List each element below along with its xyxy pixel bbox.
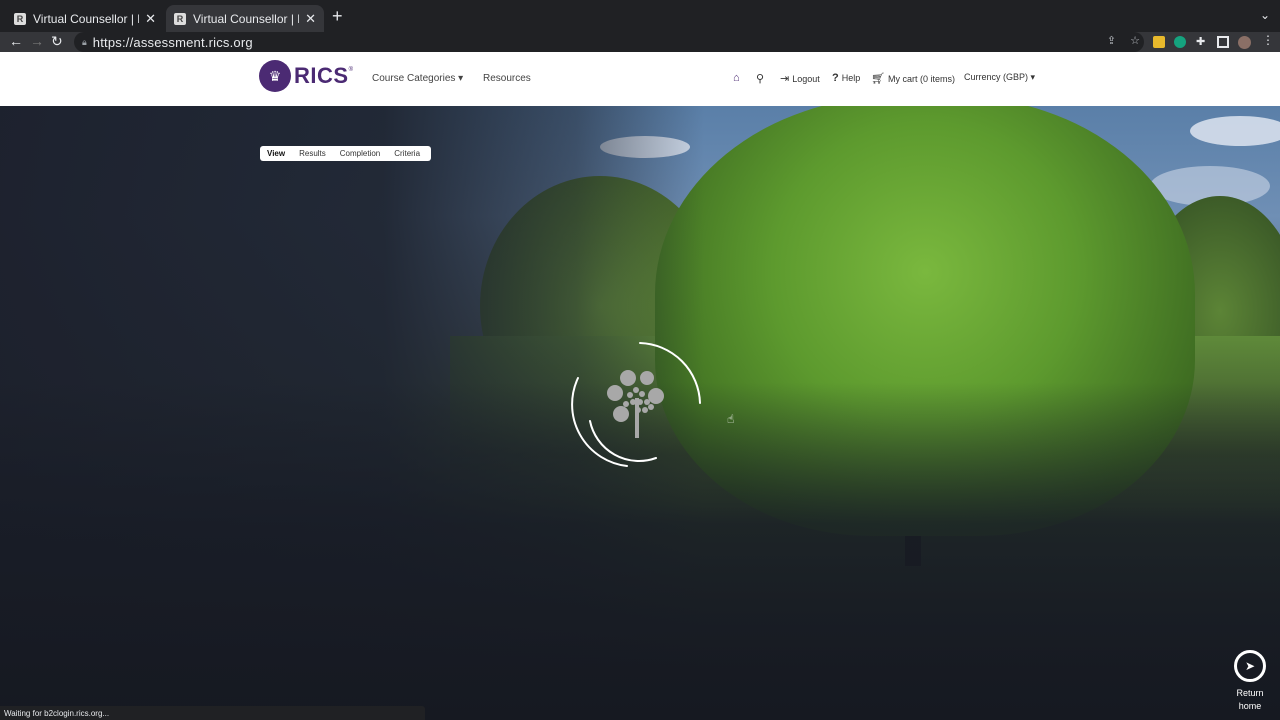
mouse-pointer-icon: ☝︎ [727, 412, 735, 426]
browser-tab-strip: R Virtual Counsellor | RICS Online ✕ R V… [0, 0, 1280, 32]
subtab-results[interactable]: Results [292, 149, 333, 158]
address-bar[interactable]: 🔒︎ https://assessment.rics.org [74, 32, 1144, 52]
logo-registered: ® [348, 67, 353, 73]
site-header: ♛ RICS ® Course Categories ▾ Resources ⌂… [0, 52, 1280, 106]
back-icon[interactable]: ← [9, 33, 23, 49]
currency-label: Currency (GBP) ▾ [964, 72, 1036, 82]
bookmark-star-icon[interactable]: ☆ [1130, 34, 1140, 47]
forward-icon[interactable]: → [30, 33, 44, 49]
home-icon: ⌂ [733, 72, 740, 84]
rics-favicon-icon: R [14, 12, 26, 25]
compass-icon: ➤ [1234, 650, 1266, 682]
nav-course-categories[interactable]: Course Categories ▾ [372, 73, 463, 84]
subtab-view[interactable]: View [260, 149, 292, 158]
rics-favicon-icon: R [174, 12, 186, 25]
extension-notes-icon[interactable] [1153, 36, 1165, 48]
tab-title: Virtual Counsellor | RICS Online [33, 11, 139, 26]
extension-grammarly-icon[interactable] [1174, 36, 1186, 48]
rics-logo[interactable]: ♛ RICS ® [259, 60, 353, 92]
reload-icon[interactable]: ↻ [51, 33, 63, 50]
subtab-criteria[interactable]: Criteria [387, 149, 427, 158]
lock-icon: 🔒︎ [82, 36, 87, 47]
browser-tab[interactable]: R Virtual Counsellor | RICS Online ✕ [6, 5, 164, 32]
return-home-line2: home [1238, 701, 1262, 711]
help-icon: ? [832, 72, 839, 84]
browser-tab-active[interactable]: R Virtual Counsellor | RICS Online ✕ [166, 5, 324, 32]
tree-logo-icon [607, 370, 664, 438]
cart-link[interactable]: 🛒︎ My cart (0 items) [871, 72, 955, 85]
cart-icon: 🛒︎ [871, 73, 885, 85]
profile-avatar[interactable] [1238, 36, 1251, 49]
side-panel-icon[interactable] [1217, 36, 1229, 48]
logout-link[interactable]: ⇥ Logout [780, 72, 820, 85]
search-link[interactable]: ⚲ [756, 72, 764, 85]
close-tab-icon[interactable]: ✕ [145, 11, 156, 27]
return-home-line1: Return [1236, 688, 1264, 698]
help-link[interactable]: ? Help [832, 72, 860, 84]
cart-label: My cart (0 items) [887, 73, 955, 84]
new-tab-button[interactable]: + [332, 6, 343, 27]
tab-search-chevron-icon[interactable]: ⌄ [1260, 8, 1270, 22]
help-label: Help [841, 73, 861, 83]
url-text[interactable]: https://assessment.rics.org [93, 35, 253, 50]
search-icon: ⚲ [756, 73, 765, 85]
omnibox-actions: ⇪ ☆ [1107, 34, 1140, 47]
logout-icon: ⇥ [780, 73, 790, 85]
course-subtabs: View Results Completion Criteria [260, 146, 431, 161]
tab-title: Virtual Counsellor | RICS Online [193, 11, 299, 26]
browser-toolbar: ← → ↻ 🔒︎ https://assessment.rics.org ⇪ ☆… [0, 32, 1280, 52]
logo-text: RICS [294, 63, 349, 88]
browser-menu-icon[interactable]: ⋮ [1262, 33, 1274, 47]
logout-label: Logout [792, 73, 820, 84]
currency-dropdown[interactable]: Currency (GBP) ▾ [964, 72, 1035, 83]
nav-resources[interactable]: Resources [483, 73, 531, 84]
loading-spinner [571, 342, 701, 467]
browser-status-bar: Waiting for b2clogin.rics.org... [0, 706, 425, 720]
return-home-button[interactable]: ➤ Return home [1230, 650, 1270, 713]
home-link[interactable]: ⌂ [733, 72, 740, 84]
close-tab-icon[interactable]: ✕ [305, 11, 316, 27]
share-icon[interactable]: ⇪ [1107, 34, 1116, 47]
subtab-completion[interactable]: Completion [333, 149, 387, 158]
lion-logo-icon: ♛ [259, 60, 291, 92]
extensions-puzzle-icon[interactable]: ✚ [1196, 35, 1208, 48]
